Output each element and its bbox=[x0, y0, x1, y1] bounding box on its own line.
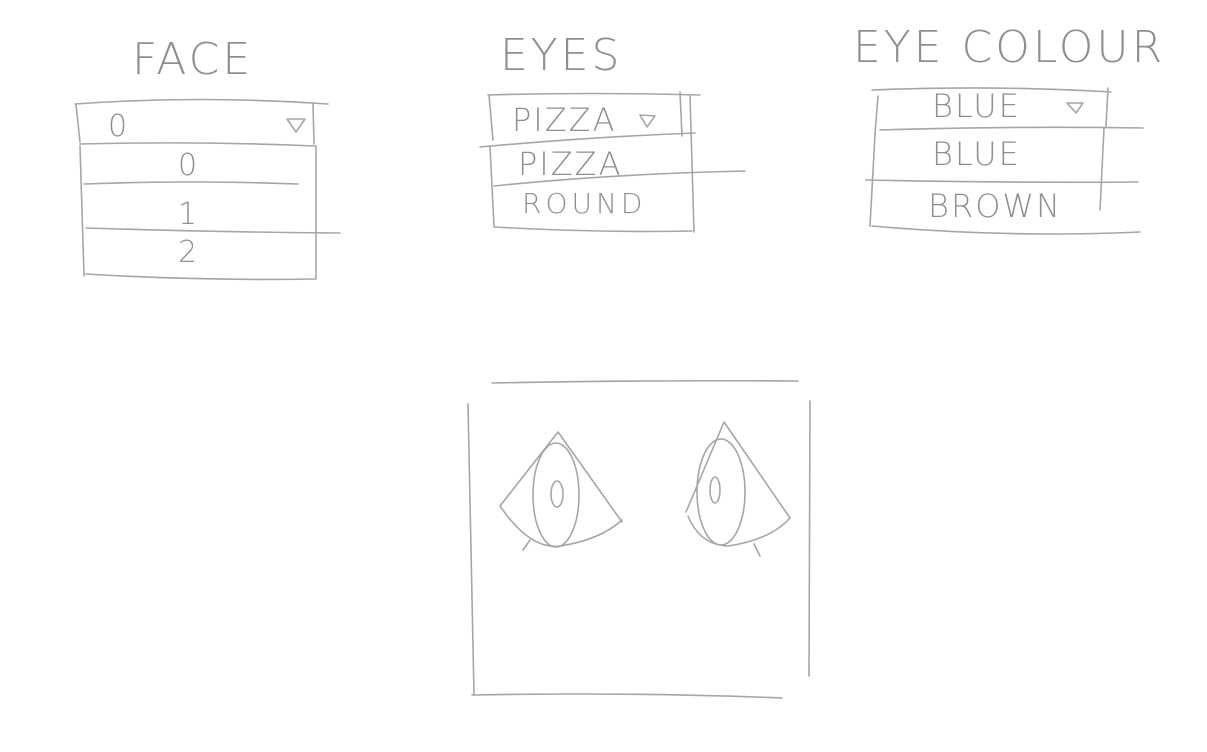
eye-colour-selected-value: BLUE bbox=[932, 87, 1021, 125]
eye-colour-title: EYE COLOUR bbox=[853, 22, 1166, 73]
face-option-2[interactable] bbox=[84, 232, 316, 276]
face-option-1-label: 1 bbox=[178, 197, 200, 232]
face-selected-value: 0 bbox=[108, 109, 130, 144]
eyes-option-pizza-label: PIZZA bbox=[518, 145, 623, 183]
eyes-selected-value: PIZZA bbox=[512, 101, 617, 139]
face-preview bbox=[472, 384, 808, 694]
face-option-2-label: 2 bbox=[178, 235, 200, 270]
eye-colour-option-brown-label: BROWN bbox=[928, 187, 1062, 225]
face-option-0-label: 0 bbox=[178, 148, 200, 183]
eyes-title: EYES bbox=[500, 30, 623, 81]
eye-colour-option-blue-label: BLUE bbox=[932, 135, 1021, 173]
eyes-option-round-label: ROUND bbox=[522, 187, 647, 220]
face-option-1[interactable] bbox=[84, 186, 316, 228]
face-title: FACE bbox=[132, 34, 254, 85]
